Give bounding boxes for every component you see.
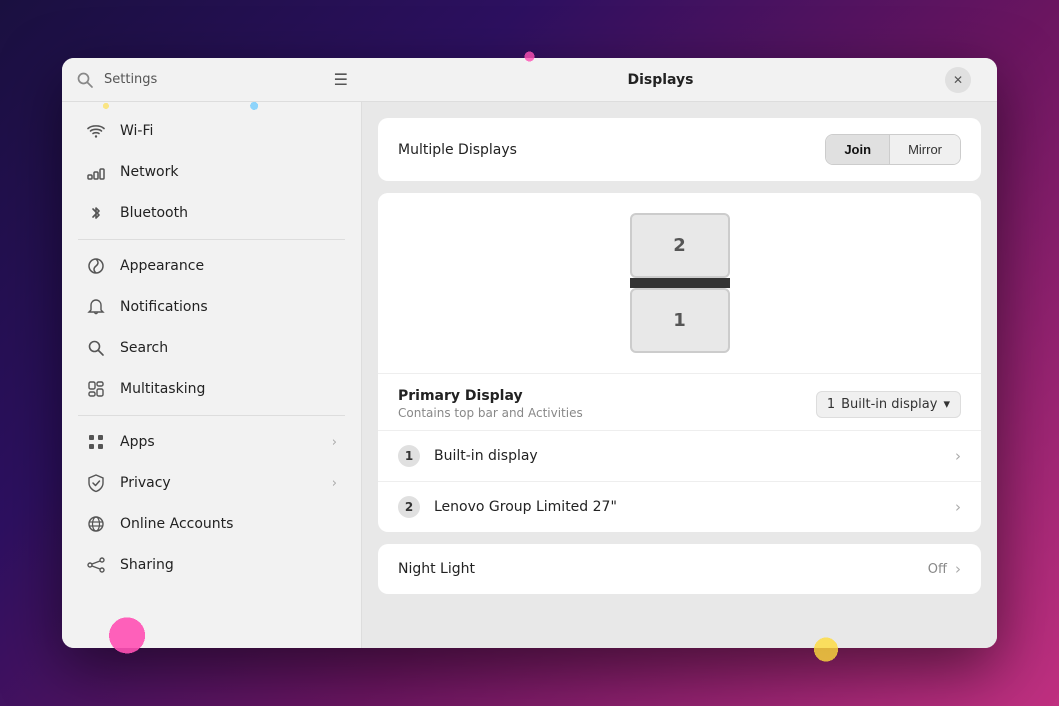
sidebar-item-multitasking[interactable]: Multitasking (70, 369, 353, 409)
search-icon[interactable] (76, 71, 94, 89)
sidebar-item-label-search: Search (120, 340, 337, 356)
display-visual: 2 1 (630, 213, 730, 353)
primary-display-info: Primary Display Contains top bar and Act… (398, 388, 583, 420)
display-badge-num-2: 2 (405, 500, 413, 514)
close-button[interactable]: ✕ (945, 67, 971, 93)
display-diagram: 2 1 (378, 193, 981, 373)
display-badge-num-1: 1 (405, 449, 413, 463)
titlebar-left: Settings ☰ (62, 70, 362, 89)
notifications-icon (86, 297, 106, 317)
sidebar-item-arrow-apps: › (332, 435, 337, 450)
display-list-arrow-2: › (955, 498, 961, 516)
menu-icon[interactable]: ☰ (334, 70, 348, 89)
primary-select-num: 1 (827, 397, 835, 412)
online-accounts-icon (86, 514, 106, 534)
night-light-row[interactable]: Night Light Off › (378, 544, 981, 594)
primary-display-select[interactable]: 1 Built-in display ▾ (816, 391, 961, 418)
display-name-1: Built-in display (434, 448, 955, 464)
sidebar-item-notifications[interactable]: Notifications (70, 287, 353, 327)
primary-display-subtitle: Contains top bar and Activities (398, 406, 583, 420)
multiple-displays-row: Multiple Displays Join Mirror (378, 118, 981, 181)
settings-label: Settings (104, 72, 157, 87)
display-connector (630, 278, 730, 288)
titlebar: Settings ☰ Displays ✕ (62, 58, 997, 102)
sidebar: Wi-Fi Network (62, 102, 362, 648)
primary-display-row: Primary Display Contains top bar and Act… (378, 373, 981, 430)
night-light-label: Night Light (398, 561, 928, 577)
sidebar-item-arrow-privacy: › (332, 476, 337, 491)
primary-select-label: Built-in display (841, 397, 937, 412)
titlebar-right: Displays ✕ (362, 67, 997, 93)
display-list-arrow-1: › (955, 447, 961, 465)
display-mode-btn-group: Join Mirror (825, 134, 961, 165)
sidebar-item-label-multitasking: Multitasking (120, 381, 337, 397)
display-config-card: 2 1 Primary Display Contains top bar and… (378, 193, 981, 532)
display-list-item-1[interactable]: 1 Built-in display › (378, 430, 981, 481)
sidebar-item-search[interactable]: Search (70, 328, 353, 368)
bluetooth-icon (86, 203, 106, 223)
settings-window: Settings ☰ Displays ✕ Wi- (62, 58, 997, 648)
primary-select-chevron: ▾ (943, 397, 950, 412)
display-box-2[interactable]: 2 (630, 213, 730, 278)
display-name-2: Lenovo Group Limited 27" (434, 499, 955, 515)
sharing-icon (86, 555, 106, 575)
appearance-icon (86, 256, 106, 276)
display-list-item-2[interactable]: 2 Lenovo Group Limited 27" › (378, 481, 981, 532)
window-title: Displays (376, 72, 945, 88)
sidebar-item-label-bluetooth: Bluetooth (120, 205, 337, 221)
display-box-1[interactable]: 1 (630, 288, 730, 353)
night-light-card: Night Light Off › (378, 544, 981, 594)
sidebar-divider-2 (78, 415, 345, 416)
night-light-arrow: › (955, 560, 961, 578)
display-1-number: 1 (673, 310, 686, 331)
sidebar-item-label-wifi: Wi-Fi (120, 123, 337, 139)
search-sidebar-icon (86, 338, 106, 358)
wifi-icon (86, 121, 106, 141)
sidebar-item-appearance[interactable]: Appearance (70, 246, 353, 286)
sidebar-item-label-appearance: Appearance (120, 258, 337, 274)
join-button[interactable]: Join (826, 135, 890, 164)
sidebar-item-label-online-accounts: Online Accounts (120, 516, 337, 532)
sidebar-item-sharing[interactable]: Sharing (70, 545, 353, 585)
multiple-displays-label: Multiple Displays (398, 142, 517, 158)
night-light-status: Off (928, 562, 947, 577)
sidebar-item-bluetooth[interactable]: Bluetooth (70, 193, 353, 233)
display-badge-2: 2 (398, 496, 420, 518)
multiple-displays-card: Multiple Displays Join Mirror (378, 118, 981, 181)
display-badge-1: 1 (398, 445, 420, 467)
sidebar-item-label-network: Network (120, 164, 337, 180)
sidebar-item-online-accounts[interactable]: Online Accounts (70, 504, 353, 544)
sidebar-item-apps[interactable]: Apps › (70, 422, 353, 462)
primary-display-header: Primary Display Contains top bar and Act… (398, 388, 961, 420)
body: Wi-Fi Network (62, 102, 997, 648)
main-content: Multiple Displays Join Mirror 2 (362, 102, 997, 648)
apps-icon (86, 432, 106, 452)
network-icon (86, 162, 106, 182)
sidebar-item-label-apps: Apps (120, 434, 318, 450)
mirror-button[interactable]: Mirror (890, 135, 960, 164)
sidebar-item-wifi[interactable]: Wi-Fi (70, 111, 353, 151)
primary-display-title: Primary Display (398, 388, 583, 404)
sidebar-item-label-notifications: Notifications (120, 299, 337, 315)
privacy-icon (86, 473, 106, 493)
sidebar-item-label-sharing: Sharing (120, 557, 337, 573)
sidebar-divider-1 (78, 239, 345, 240)
sidebar-item-label-privacy: Privacy (120, 475, 318, 491)
display-2-number: 2 (673, 235, 686, 256)
sidebar-item-privacy[interactable]: Privacy › (70, 463, 353, 503)
sidebar-item-network[interactable]: Network (70, 152, 353, 192)
multitasking-icon (86, 379, 106, 399)
